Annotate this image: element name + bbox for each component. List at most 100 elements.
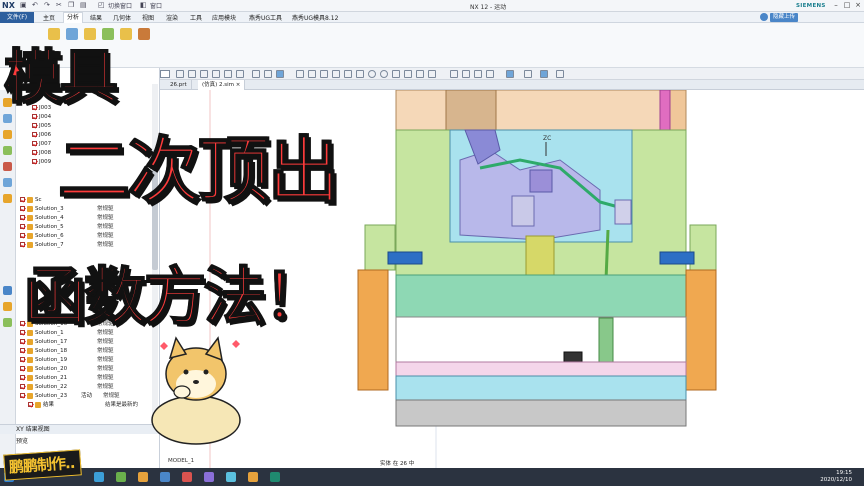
tab-view[interactable]: 视图 [142,13,154,22]
snap-icon[interactable] [276,70,284,78]
tab-results[interactable]: 结果 [90,13,102,22]
redo-icon[interactable]: ↷ [44,1,50,9]
view-icon[interactable] [450,70,458,78]
taskbar-app-icon[interactable] [226,472,236,482]
view-icon[interactable] [556,70,564,78]
snap-icon[interactable] [416,70,424,78]
doc-tab-sim[interactable]: (仿真) 2.sim × [198,80,246,90]
navigator-icon[interactable] [3,130,12,139]
taskbar-app-icon[interactable] [248,472,258,482]
visibility-checkbox[interactable] [32,159,37,164]
select-icon[interactable] [236,70,244,78]
paste-icon[interactable]: ▤ [80,1,87,9]
tab-yanxiu-mold[interactable]: 燕秀UG模具8.12 [292,13,338,22]
view-icon[interactable] [486,70,494,78]
tree-row-solution[interactable]: Solution_5 常规驱 [20,223,158,232]
visibility-checkbox[interactable] [32,150,37,155]
visibility-checkbox[interactable] [20,357,25,362]
visibility-checkbox[interactable] [20,393,25,398]
visibility-checkbox[interactable] [20,224,25,229]
snap-icon[interactable] [332,70,340,78]
view-icon[interactable] [474,70,482,78]
navigator-icon[interactable] [3,146,12,155]
snap-icon[interactable] [320,70,328,78]
cloud-upload-button[interactable]: 隐藏上传 [770,13,799,22]
snap-icon[interactable] [296,70,304,78]
snap-icon[interactable] [404,70,412,78]
visibility-checkbox[interactable] [20,348,25,353]
taskbar-app-icon[interactable] [160,472,170,482]
visibility-checkbox[interactable] [20,339,25,344]
navigator-icon[interactable] [3,302,12,311]
snap-icon[interactable] [380,70,388,78]
copy-icon[interactable]: ❐ [68,1,74,9]
xy-results-panel-header[interactable]: XY 结果视图 [0,424,160,434]
minimize-icon[interactable]: – [832,1,840,9]
tree-row-solution[interactable]: Solution_6 常规驱 [20,232,158,241]
snap-icon[interactable] [344,70,352,78]
visibility-checkbox[interactable] [20,206,25,211]
view-icon[interactable] [462,70,470,78]
navigator-icon[interactable] [3,114,12,123]
maximize-icon[interactable]: □ [843,1,851,9]
visibility-checkbox[interactable] [20,366,25,371]
select-icon[interactable] [188,70,196,78]
visibility-checkbox[interactable] [32,123,37,128]
taskbar-app-icon[interactable] [116,472,126,482]
visibility-checkbox[interactable] [20,215,25,220]
navigator-icon[interactable] [3,286,12,295]
close-icon[interactable]: × [236,82,241,88]
navigator-icon[interactable] [3,194,12,203]
snap-icon[interactable] [356,70,364,78]
tab-app-modules[interactable]: 应用模块 [212,13,236,22]
snap-icon[interactable] [252,70,260,78]
taskbar-app-icon[interactable] [94,472,104,482]
ribbon-tool-icon[interactable] [120,28,132,40]
visibility-checkbox[interactable] [20,233,25,238]
save-icon[interactable]: ▣ [20,1,27,9]
snap-icon[interactable] [368,70,376,78]
visibility-checkbox[interactable] [28,402,33,407]
visibility-checkbox[interactable] [20,197,25,202]
tab-geometry[interactable]: 几何体 [113,13,131,22]
taskbar-app-icon[interactable] [138,472,148,482]
visibility-checkbox[interactable] [32,132,37,137]
navigator-icon[interactable] [3,318,12,327]
window-switch-icon[interactable]: ◰ [98,1,105,9]
taskbar-app-icon[interactable] [204,472,214,482]
cut-icon[interactable]: ✂ [56,1,62,9]
tab-analysis[interactable]: 分析 [63,12,84,23]
switch-window-button[interactable]: 切换窗口 [108,1,132,10]
visibility-checkbox[interactable] [20,375,25,380]
snap-icon[interactable] [392,70,400,78]
select-icon[interactable] [200,70,208,78]
view-icon[interactable] [540,70,548,78]
user-avatar[interactable] [760,13,768,21]
filter-dropdown[interactable] [160,70,170,78]
tab-yanxiu-tools[interactable]: 燕秀UG工具 [249,13,282,22]
window-menu-icon[interactable]: ◧ [140,1,147,9]
taskbar-app-icon[interactable] [182,472,192,482]
snap-icon[interactable] [428,70,436,78]
taskbar-app-icon[interactable] [270,472,280,482]
view-icon[interactable] [506,70,514,78]
visibility-checkbox[interactable] [32,141,37,146]
select-icon[interactable] [212,70,220,78]
window-menu-button[interactable]: 窗口 [150,1,162,10]
select-icon[interactable] [224,70,232,78]
visibility-checkbox[interactable] [32,114,37,119]
system-clock[interactable]: 19:15 2020/12/10 [820,470,852,484]
tab-tools[interactable]: 工具 [190,13,202,22]
navigator-icon[interactable] [3,162,12,171]
snap-icon[interactable] [308,70,316,78]
tab-render[interactable]: 渲染 [166,13,178,22]
navigator-icon[interactable] [3,178,12,187]
view-icon[interactable] [524,70,532,78]
doc-tab-part[interactable]: 26.prt [166,80,192,90]
undo-icon[interactable]: ↶ [32,1,38,9]
close-icon[interactable]: × [854,1,862,9]
select-icon[interactable] [176,70,184,78]
tab-home[interactable]: 主页 [43,13,55,22]
snap-icon[interactable] [264,70,272,78]
file-menu[interactable]: 文件(F) [0,12,34,23]
